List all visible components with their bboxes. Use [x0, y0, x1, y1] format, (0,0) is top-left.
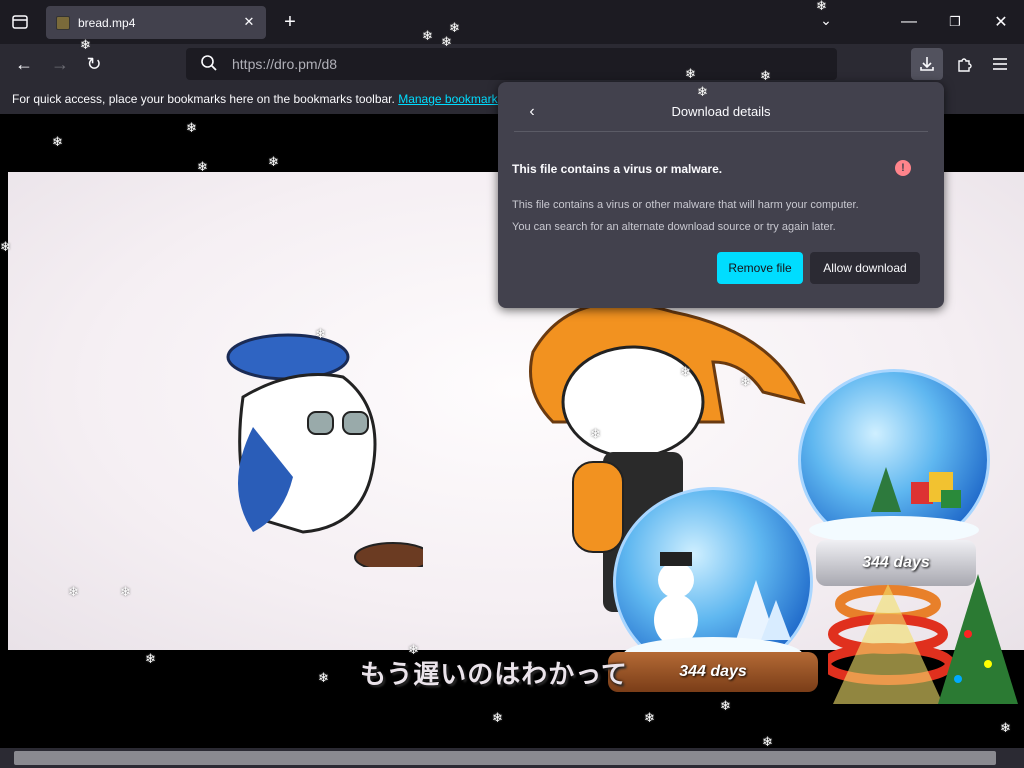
- close-window-icon[interactable]: ✕: [985, 6, 1017, 38]
- description-line-2: You can search for an alternate download…: [512, 221, 836, 233]
- minimize-icon[interactable]: —: [893, 6, 925, 38]
- warning-icon: !: [895, 160, 911, 176]
- snowflake-icon: ❄: [685, 66, 696, 81]
- navigation-bar: ← → ↻ https://dro.pm/d8: [0, 44, 1024, 84]
- snowflake-icon: ❄: [720, 698, 731, 713]
- snowflake-icon: ❄: [680, 364, 691, 379]
- snowflake-icon: ❄: [760, 68, 771, 83]
- menu-icon[interactable]: [984, 48, 1016, 80]
- snowflake-icon: ❄: [315, 326, 326, 341]
- snowflake-icon: ❄: [68, 584, 79, 599]
- back-icon[interactable]: ←: [8, 48, 40, 80]
- virus-warning-title: This file contains a virus or malware.: [512, 162, 723, 176]
- snowflake-icon: ❄: [0, 239, 11, 254]
- scrollbar-thumb[interactable]: [14, 751, 996, 765]
- virus-warning-description: This file contains a virus or other malw…: [512, 194, 859, 238]
- snowflake-icon: ❄: [441, 34, 452, 49]
- close-tab-icon[interactable]: ✕: [240, 13, 258, 31]
- tab-list-icon[interactable]: [4, 6, 36, 38]
- extensions-icon[interactable]: [948, 48, 980, 80]
- snowflake-icon: ❄: [197, 159, 208, 174]
- snowflake-icon: ❄: [449, 20, 460, 35]
- download-details-panel: ‹ Download details This file contains a …: [498, 82, 944, 308]
- globe-left-base: 344 days: [608, 652, 818, 692]
- restore-icon[interactable]: ❐: [939, 6, 971, 38]
- url-text: https://dro.pm/d8: [232, 56, 338, 72]
- snowflake-icon: ❄: [80, 37, 91, 52]
- search-icon: [200, 54, 218, 75]
- downloads-button[interactable]: [911, 48, 943, 80]
- snowflake-icon: ❄: [120, 584, 131, 599]
- tab-bar: bread.mp4 ✕ + ⌄ — ❐ ✕: [0, 0, 1024, 44]
- snowflake-icon: ❄: [740, 374, 751, 389]
- download-icon: [920, 57, 934, 71]
- character-blue-hat: [226, 333, 423, 567]
- snowflake-icon: ❄: [644, 710, 655, 725]
- snowflake-icon: ❄: [408, 642, 419, 657]
- video-favicon-icon: [56, 15, 70, 30]
- snowflake-icon: ❄: [52, 134, 63, 149]
- snowflake-icon: ❄: [492, 710, 503, 725]
- manage-bookmarks-link[interactable]: Manage bookmarks: [398, 92, 503, 106]
- back-arrow-icon[interactable]: ‹: [518, 98, 546, 126]
- horizontal-scrollbar[interactable]: [0, 748, 1024, 768]
- snowflake-icon: ❄: [186, 120, 197, 135]
- video-subtitle: もう遅いのはわかって: [360, 659, 628, 689]
- snowflake-icon: ❄: [816, 0, 827, 13]
- description-line-1: This file contains a virus or other malw…: [512, 199, 859, 211]
- snow-globe-snowman: [613, 487, 813, 677]
- tab-title: bread.mp4: [78, 15, 136, 30]
- bookmarks-hint: For quick access, place your bookmarks h…: [12, 92, 395, 106]
- snowflake-icon: ❄: [145, 651, 156, 666]
- allow-download-button[interactable]: Allow download: [810, 252, 920, 284]
- address-bar[interactable]: https://dro.pm/d8: [186, 48, 837, 80]
- snowflake-icon: ❄: [1000, 720, 1011, 735]
- snowflake-icon: ❄: [762, 734, 773, 748]
- remove-file-button[interactable]: Remove file: [717, 252, 803, 284]
- snow-globe-gifts: [798, 369, 990, 551]
- snowflake-icon: ❄: [422, 28, 433, 43]
- tab-bread-mp4[interactable]: bread.mp4 ✕: [46, 6, 266, 39]
- snowflake-icon: ❄: [318, 670, 329, 685]
- forward-icon: →: [51, 53, 69, 74]
- panel-header: ‹ Download details: [514, 92, 928, 132]
- snowflake-icon: ❄: [697, 84, 708, 99]
- new-tab-icon[interactable]: +: [274, 6, 306, 38]
- snowflake-icon: ❄: [590, 426, 601, 441]
- snowflake-icon: ❄: [268, 154, 279, 169]
- christmas-tree-decoration: [828, 574, 1018, 704]
- panel-title: Download details: [671, 104, 771, 119]
